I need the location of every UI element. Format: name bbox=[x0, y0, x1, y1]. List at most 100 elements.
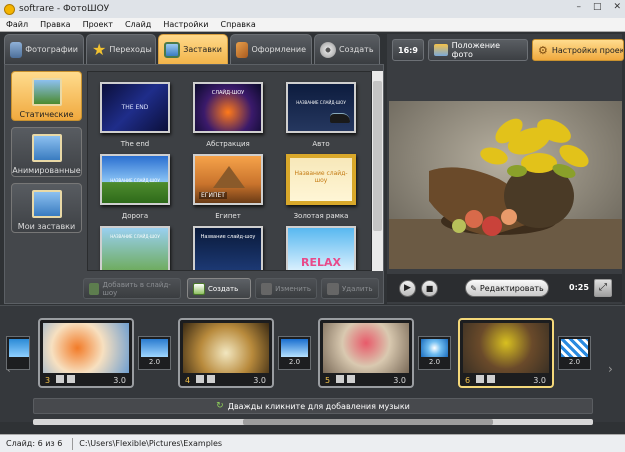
menu-project[interactable]: Проект bbox=[83, 20, 113, 29]
tab-photos[interactable]: Фотографии bbox=[4, 34, 84, 64]
window-title: softrare - ФотоШОУ bbox=[19, 4, 110, 14]
transition-duration: 2.0 bbox=[568, 358, 581, 366]
tab-design[interactable]: Оформление bbox=[230, 34, 312, 64]
transition-item[interactable]: 2.0 bbox=[418, 336, 451, 370]
thumb-caption: RELAX bbox=[301, 256, 341, 269]
create-label: Создать bbox=[208, 284, 239, 293]
photo-position-label: Положение фото bbox=[451, 41, 501, 59]
transition-item[interactable]: 2.0 bbox=[278, 336, 311, 370]
add-label: Добавить в слайд-шоу bbox=[102, 280, 171, 297]
delete-label: Удалить bbox=[342, 284, 373, 293]
main-tabs: Фотографии ★ Переходы Заставки Оформлени… bbox=[4, 34, 382, 64]
slide-number: 3 bbox=[45, 376, 51, 385]
project-settings-button[interactable]: ⚙ Настройки проекта bbox=[532, 39, 624, 61]
gallery-scrollbar-thumb[interactable] bbox=[373, 81, 382, 231]
photo-position-button[interactable]: Положение фото bbox=[428, 39, 528, 61]
thumb-night-title[interactable]: Название слайд-шоу bbox=[193, 226, 263, 270]
edit-label: Изменить bbox=[275, 284, 311, 293]
app-icon bbox=[4, 3, 15, 15]
transition-item[interactable]: 2.0 bbox=[558, 336, 591, 370]
photos-icon bbox=[10, 41, 23, 58]
transition-preview bbox=[561, 339, 588, 357]
create-button[interactable]: Создать bbox=[187, 278, 251, 299]
menu-edit[interactable]: Правка bbox=[40, 20, 70, 29]
new-title-icon bbox=[193, 282, 205, 295]
text-small-icon bbox=[207, 375, 215, 383]
tab-create[interactable]: Создать bbox=[314, 34, 380, 64]
tab-transitions-label: Переходы bbox=[109, 45, 152, 54]
tab-transitions[interactable]: ★ Переходы bbox=[86, 34, 156, 64]
timeline-scrollbar-thumb[interactable] bbox=[243, 419, 493, 425]
music-track[interactable]: ↻ Дважды кликните для добавления музыки bbox=[33, 398, 593, 414]
text-small-icon bbox=[487, 375, 495, 383]
timeline-scroll-right[interactable]: › bbox=[608, 362, 613, 376]
thumb-egypt[interactable]: ЕГИПЕТ bbox=[193, 154, 263, 205]
menu-help[interactable]: Справка bbox=[221, 20, 256, 29]
transition-item[interactable]: 2.0 bbox=[138, 336, 171, 370]
slide-thumbnail bbox=[463, 323, 549, 373]
menu-settings[interactable]: Настройки bbox=[163, 20, 208, 29]
car-image bbox=[330, 113, 350, 123]
play-button[interactable]: ▶ bbox=[399, 280, 416, 297]
film-reel-icon bbox=[320, 41, 336, 58]
title-bar: softrare - ФотоШОУ – □ ✕ bbox=[0, 0, 625, 18]
text-small-icon bbox=[67, 375, 75, 383]
category-my-title-screens[interactable]: Мои заставки bbox=[11, 183, 82, 233]
thumb-relax[interactable]: RELAX bbox=[286, 226, 356, 270]
text-small-icon bbox=[347, 375, 355, 383]
status-divider bbox=[72, 437, 74, 450]
static-picture-icon bbox=[32, 78, 62, 106]
add-to-slideshow-button[interactable]: Добавить в слайд-шоу bbox=[83, 278, 181, 299]
thumb-the-end[interactable]: THE END bbox=[100, 82, 170, 133]
thumb-road[interactable]: НАЗВАНИЕ СЛАЙД-ШОУ bbox=[100, 154, 170, 205]
thumb-label: Египет bbox=[215, 212, 241, 220]
delete-title-button[interactable]: Удалить bbox=[321, 278, 379, 299]
edit-slide-label: Редактировать bbox=[479, 283, 544, 293]
slide-item[interactable]: 5 3.0 bbox=[318, 318, 414, 388]
design-icon bbox=[236, 41, 249, 58]
thumb-caption: НАЗВАНИЕ СЛАЙД-ШОУ bbox=[110, 234, 160, 239]
status-path: C:\Users\Flexible\Pictures\Examples bbox=[79, 439, 223, 448]
thumb-label: The end bbox=[120, 140, 150, 148]
slide-item[interactable]: 4 3.0 bbox=[178, 318, 274, 388]
edit-icon bbox=[261, 282, 273, 295]
slide-duration: 3.0 bbox=[113, 376, 126, 385]
edit-slide-button[interactable]: ✎ Редактировать bbox=[465, 279, 549, 297]
stop-button[interactable]: ■ bbox=[421, 280, 438, 297]
star-small-icon bbox=[476, 375, 484, 383]
minimize-button[interactable]: – bbox=[576, 2, 581, 12]
arrow-down-icon bbox=[89, 282, 100, 295]
gallery-scrollbar[interactable] bbox=[372, 71, 383, 271]
tab-title-screens-label: Заставки bbox=[183, 45, 222, 54]
transition-preview bbox=[281, 339, 308, 357]
slide-thumbnail bbox=[43, 323, 129, 373]
edit-title-button[interactable]: Изменить bbox=[255, 278, 317, 299]
fullscreen-button[interactable]: ⤢ bbox=[594, 279, 612, 297]
aspect-ratio-label: 16:9 bbox=[398, 45, 418, 55]
close-button[interactable]: ✕ bbox=[613, 2, 621, 12]
menu-file[interactable]: Файл bbox=[6, 20, 28, 29]
category-animated[interactable]: Анимированные bbox=[11, 127, 82, 177]
thumb-caption: СЛАЙД-ШОУ bbox=[211, 90, 245, 96]
slide-item[interactable]: 3 3.0 bbox=[38, 318, 134, 388]
playback-time: 0:25 bbox=[569, 283, 589, 292]
title-screen-icon bbox=[164, 41, 181, 58]
transition-item[interactable] bbox=[6, 336, 30, 370]
slide-item-selected[interactable]: 6 3.0 bbox=[458, 318, 554, 388]
aspect-ratio-button[interactable]: 16:9 bbox=[392, 39, 424, 61]
menu-slide[interactable]: Слайд bbox=[125, 20, 151, 29]
pyramid-shape bbox=[213, 166, 245, 188]
thumb-golden-frame[interactable]: Название слайд-шоу bbox=[286, 154, 356, 205]
transition-preview bbox=[141, 339, 168, 357]
thumb-book[interactable]: НАЗВАНИЕ СЛАЙД-ШОУ bbox=[100, 226, 170, 270]
photo-position-icon bbox=[434, 44, 448, 56]
tab-title-screens[interactable]: Заставки bbox=[158, 34, 228, 64]
slide-duration: 3.0 bbox=[533, 376, 546, 385]
thumb-abstraction[interactable]: СЛАЙД-ШОУ bbox=[193, 82, 263, 133]
slide-duration: 3.0 bbox=[253, 376, 266, 385]
timeline-scrollbar[interactable] bbox=[33, 419, 593, 425]
thumb-auto[interactable]: НАЗВАНИЕ СЛАЙД-ШОУ bbox=[286, 82, 356, 133]
slide-timeline: ‹ › 3 3.0 2.0 4 3.0 2.0 5 3.0 2.0 6 bbox=[0, 305, 625, 425]
category-static[interactable]: Статические bbox=[11, 71, 82, 121]
maximize-button[interactable]: □ bbox=[593, 2, 602, 12]
